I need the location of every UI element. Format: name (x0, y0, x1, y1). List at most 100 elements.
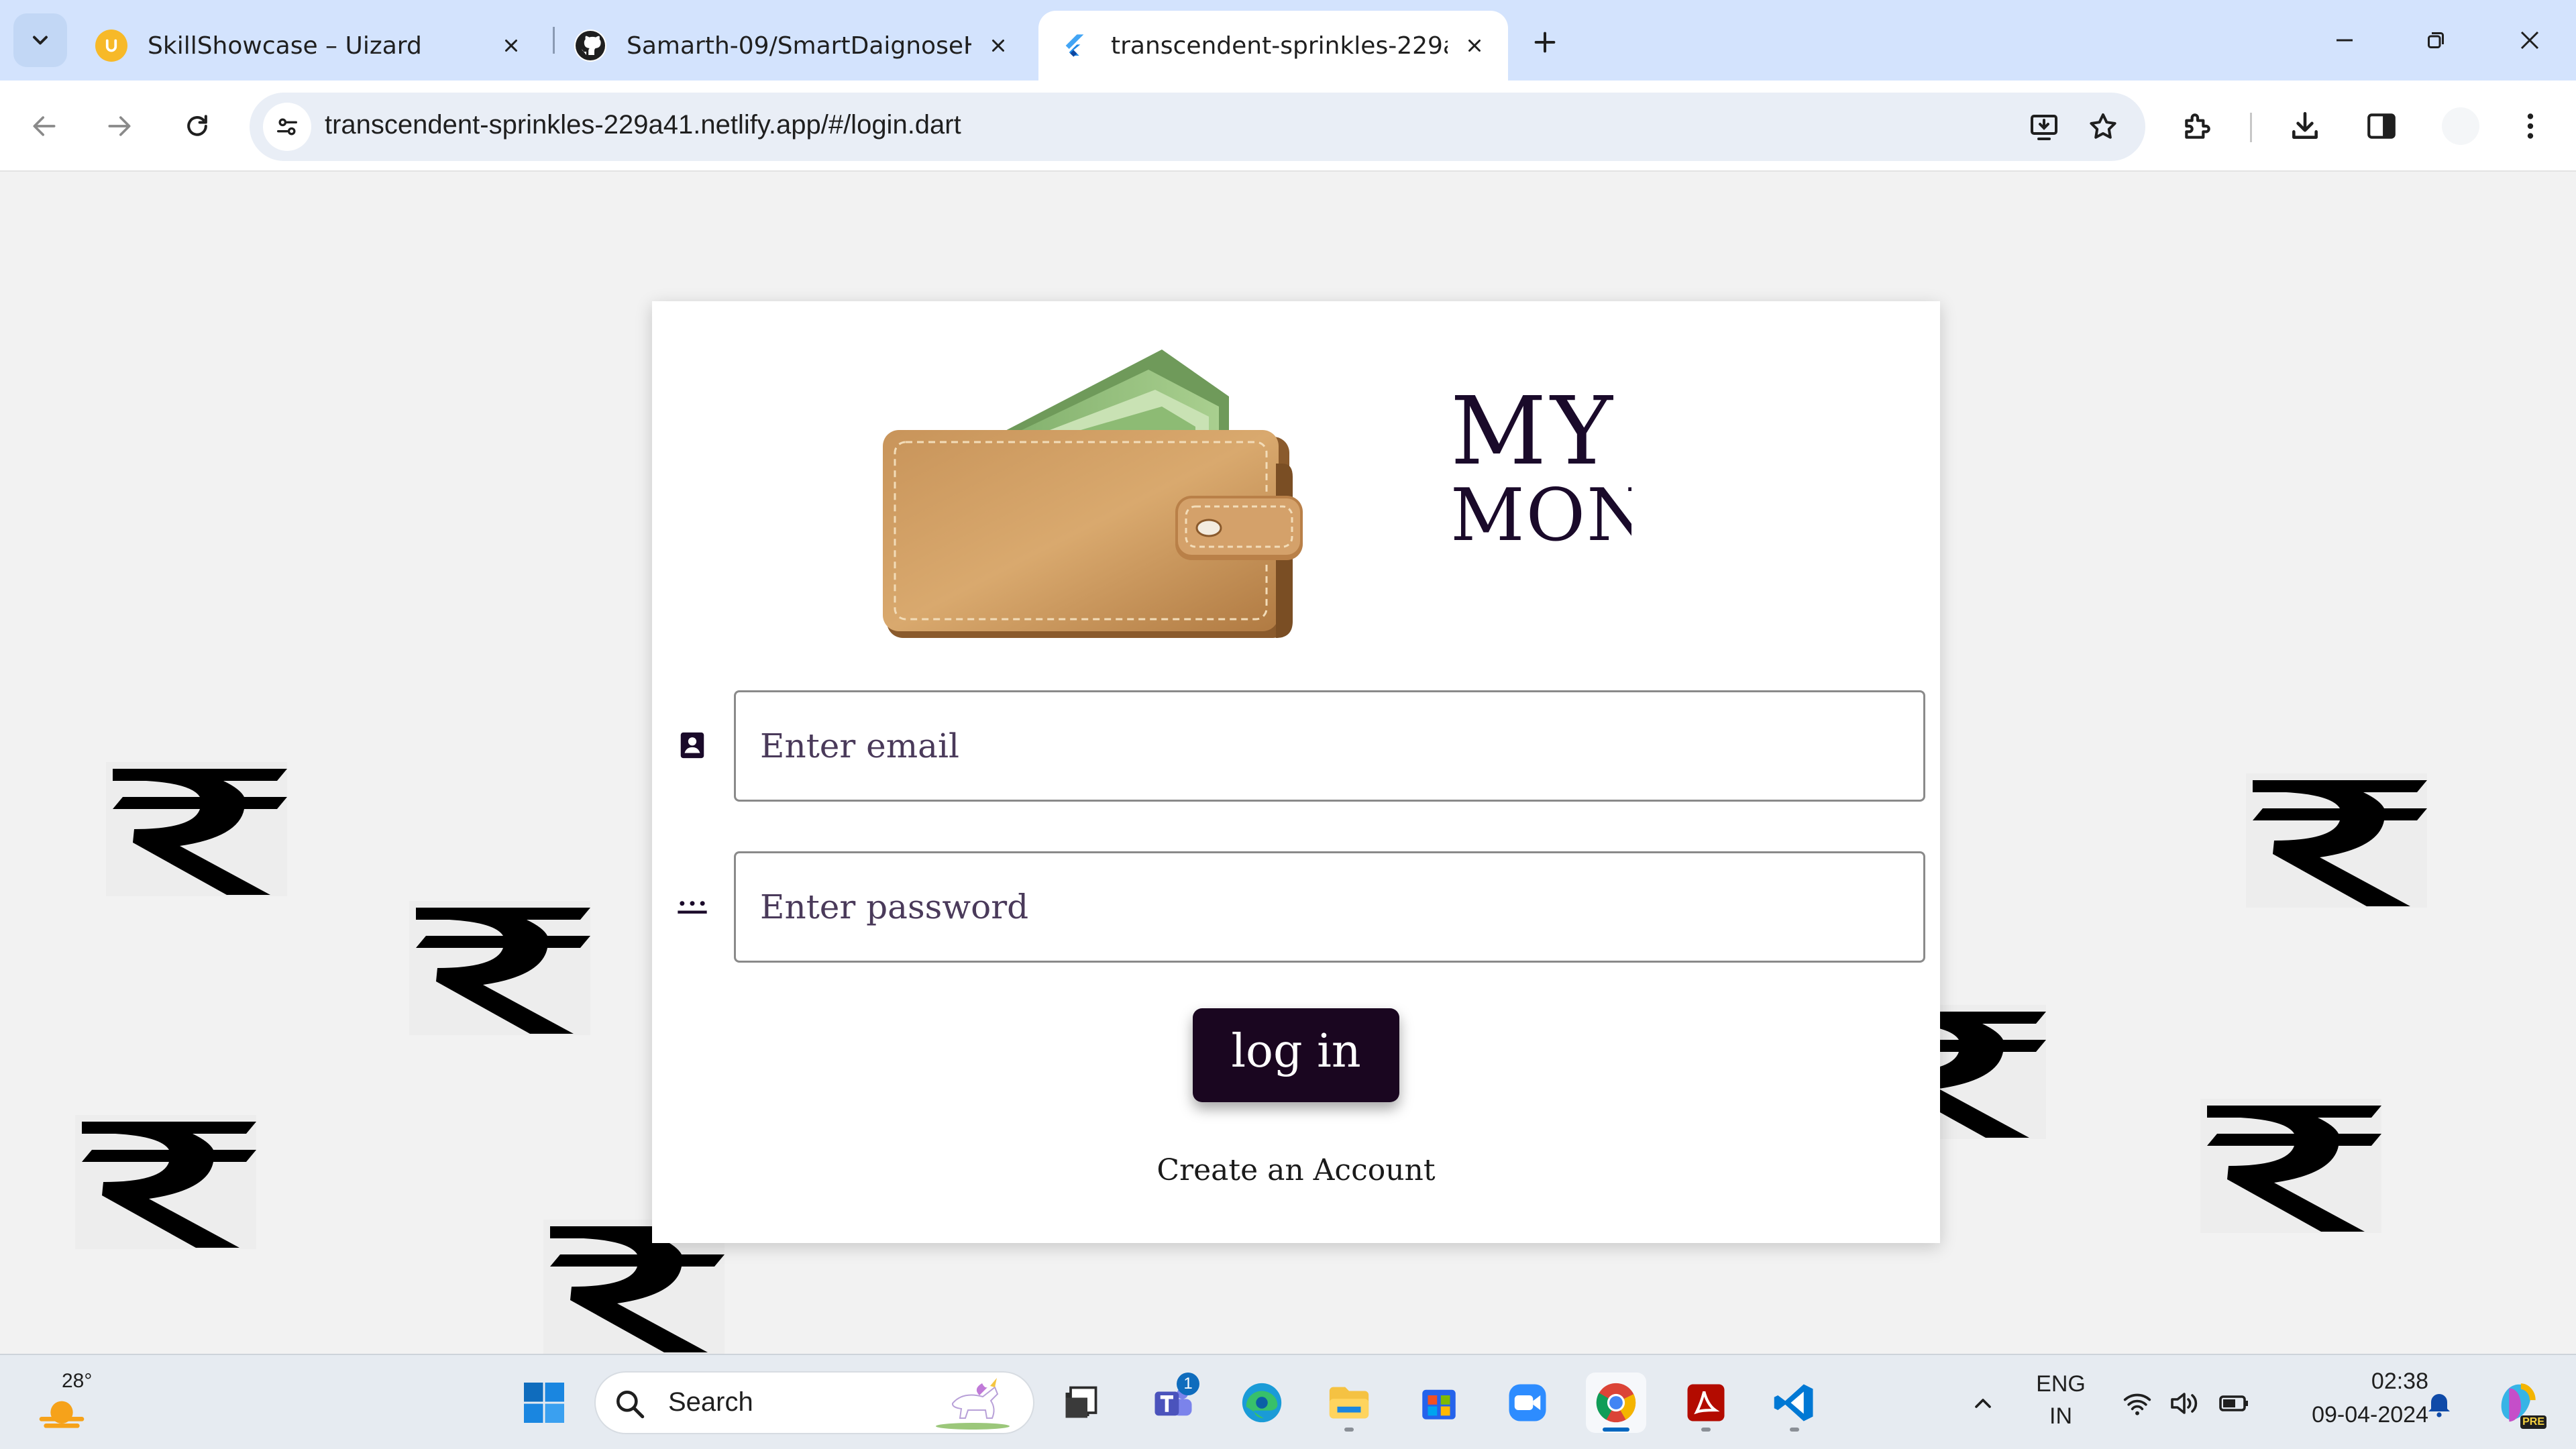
volume-status[interactable] (2165, 1385, 2203, 1422)
chevron-down-icon (33, 36, 48, 45)
password-field[interactable] (734, 851, 1925, 963)
create-account-link[interactable]: Create an Account (1095, 1153, 1497, 1187)
close-tab-icon[interactable] (1461, 32, 1488, 59)
github-favicon-icon (574, 30, 606, 62)
profile-button[interactable] (2434, 99, 2487, 153)
close-tab-icon[interactable] (985, 32, 1012, 59)
bookmark-button[interactable] (2080, 103, 2127, 150)
forward-button[interactable] (93, 99, 146, 153)
task-view-button[interactable] (1051, 1373, 1111, 1433)
battery-status[interactable] (2215, 1385, 2253, 1422)
file-explorer-app[interactable] (1319, 1373, 1379, 1433)
rupee-icon (2246, 773, 2427, 908)
search-label: Search (668, 1387, 753, 1417)
reload-button[interactable] (170, 99, 224, 153)
extensions-button[interactable] (2171, 99, 2224, 153)
rupee-icon (75, 1115, 256, 1249)
taskbar: 28° Search 1 ENG IN 02:38 09-04-2024 PRE (0, 1354, 2576, 1449)
tab-search-button[interactable] (13, 13, 67, 67)
windows-icon (524, 1383, 564, 1423)
edge-app[interactable] (1232, 1373, 1292, 1433)
contact-icon (665, 718, 719, 772)
battery-icon (2219, 1395, 2248, 1411)
tab-github[interactable]: Samarth-09/SmartDaignoseHub (554, 11, 1032, 80)
puzzle-icon (2185, 113, 2210, 139)
rupee-icon (106, 762, 287, 896)
chrome-icon (1596, 1383, 1636, 1423)
email-field[interactable] (734, 690, 1925, 802)
zoom-icon (1509, 1384, 1546, 1421)
weather-temperature: 28° (62, 1370, 93, 1392)
page-viewport: MY MONEY log in Create an Account (0, 173, 2576, 1354)
wifi-status[interactable] (2118, 1385, 2156, 1422)
tab-title: Samarth-09/SmartDaignoseHub (627, 32, 971, 60)
side-panel-button[interactable] (2355, 99, 2408, 153)
reload-icon (187, 115, 207, 136)
restore-button[interactable] (2399, 13, 2473, 67)
login-button[interactable]: log in (1193, 1008, 1399, 1102)
download-icon (2292, 111, 2318, 139)
password-input[interactable] (736, 853, 1923, 961)
start-button[interactable] (514, 1373, 574, 1433)
store-icon (1422, 1389, 1456, 1419)
taskbar-search[interactable]: Search (594, 1371, 1034, 1434)
copilot-button[interactable]: PRE (2490, 1375, 2546, 1429)
tab-title: SkillShowcase – Uizard (148, 32, 422, 60)
new-tab-button[interactable] (1521, 19, 1568, 66)
running-indicator (1701, 1428, 1711, 1432)
clock-date[interactable]: 09-04-2024 (2267, 1402, 2428, 1428)
close-icon (2520, 31, 2539, 50)
back-button[interactable] (17, 99, 71, 153)
volume-icon (2171, 1393, 2198, 1414)
rupee-icon (409, 901, 590, 1035)
vscode-app[interactable] (1764, 1373, 1825, 1433)
email-input[interactable] (736, 692, 1923, 800)
flutter-favicon-icon (1059, 30, 1091, 62)
more-vert-icon (2527, 113, 2534, 139)
side-panel-icon (2367, 113, 2396, 139)
login-card: MY MONEY log in Create an Account (652, 301, 1940, 1243)
clock-time[interactable]: 02:38 (2267, 1368, 2428, 1395)
url-text[interactable]: transcendent-sprinkles-229a41.netlify.ap… (325, 110, 961, 140)
minimize-button[interactable] (2308, 13, 2381, 67)
show-hidden-icons-button[interactable] (1964, 1385, 2002, 1422)
running-indicator (1790, 1428, 1799, 1432)
menu-button[interactable] (2504, 99, 2557, 153)
address-bar[interactable]: transcendent-sprinkles-229a41.netlify.ap… (250, 93, 2145, 161)
site-info-button[interactable] (263, 103, 311, 151)
arrow-right-icon (108, 116, 131, 136)
folder-icon (1329, 1387, 1369, 1419)
chevron-up-icon (1975, 1399, 1991, 1408)
password-icon (665, 879, 719, 933)
restore-icon (2428, 32, 2444, 48)
notifications-button[interactable] (2420, 1385, 2458, 1422)
uizard-favicon-icon (95, 30, 127, 62)
unicorn-icon (936, 1378, 1010, 1430)
tab-strip: SkillShowcase – Uizard Samarth-09/SmartD… (0, 0, 2576, 80)
teams-app[interactable]: 1 (1143, 1373, 1203, 1433)
active-indicator (1603, 1428, 1629, 1432)
wifi-icon (2123, 1393, 2151, 1415)
close-window-button[interactable] (2493, 13, 2567, 67)
store-app[interactable] (1409, 1373, 1469, 1433)
teams-badge: 1 (1177, 1373, 1199, 1395)
tab-netlify-app[interactable]: transcendent-sprinkles-229a41.netlify.ap… (1038, 11, 1508, 80)
avatar (2442, 107, 2479, 145)
app-logo-text: MY MONEY (1450, 382, 1692, 583)
chrome-app[interactable] (1586, 1373, 1646, 1433)
pdf-icon (1687, 1384, 1725, 1421)
tab-title: transcendent-sprinkles-229a41.netlify.ap… (1111, 32, 1448, 60)
close-tab-icon[interactable] (498, 32, 525, 59)
tab-uizard[interactable]: SkillShowcase – Uizard (75, 11, 545, 80)
install-app-icon (2031, 115, 2057, 140)
bell-icon (2428, 1394, 2450, 1417)
plus-icon (1534, 32, 1556, 53)
browser-toolbar: transcendent-sprinkles-229a41.netlify.ap… (0, 80, 2576, 172)
language-indicator[interactable]: ENG (2034, 1371, 2088, 1397)
install-app-button[interactable] (2021, 103, 2068, 150)
zoom-app[interactable] (1497, 1373, 1558, 1433)
logo-line-money: MONEY (1450, 476, 1631, 556)
minimize-icon (2337, 39, 2353, 42)
acrobat-app[interactable] (1676, 1373, 1736, 1433)
downloads-button[interactable] (2278, 99, 2332, 153)
